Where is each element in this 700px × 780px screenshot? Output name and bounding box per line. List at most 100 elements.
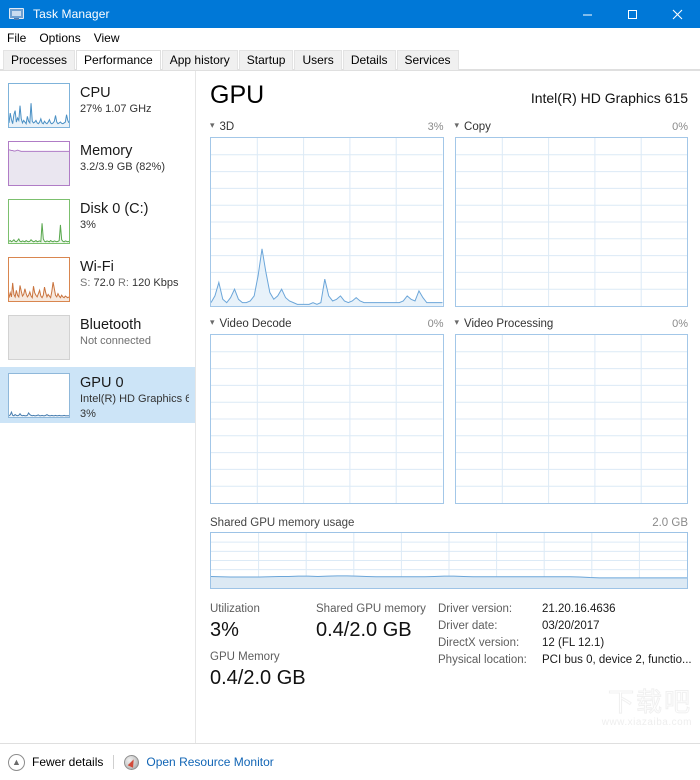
menu-item-options[interactable]: Options — [39, 28, 87, 49]
shared-memory-label: Shared GPU memory usage — [210, 517, 355, 529]
open-resource-monitor-link[interactable]: Open Resource Monitor — [124, 754, 274, 770]
menu-item-file[interactable]: File — [7, 28, 33, 49]
stat-value: 0.4/2.0 GB — [210, 667, 306, 689]
disk-thumbnail-graph — [8, 199, 70, 244]
detail-row: DirectX version: 12 (FL 12.1) — [438, 635, 692, 652]
page-title: GPU — [210, 81, 265, 109]
engine-video-processing-value: 0% — [672, 317, 688, 330]
wifi-recv-label: R: — [117, 277, 129, 289]
sidebar-item-sub: S: 72.0 R: 120 Kbps — [80, 276, 179, 291]
detail-row: Physical location: PCI bus 0, device 2, … — [438, 652, 692, 669]
sidebar-item-label: Disk 0 (C:) — [80, 201, 149, 217]
cpu-thumbnail-graph — [8, 83, 70, 128]
sidebar-item-cpu[interactable]: CPU 27% 1.07 GHz — [0, 77, 195, 133]
sidebar-item-label: GPU 0 — [80, 375, 124, 391]
stat-label: GPU Memory — [210, 651, 280, 663]
wifi-send-value: 72.0 — [93, 277, 115, 289]
maximize-button[interactable] — [610, 0, 655, 28]
chevron-up-icon: ▲ — [8, 753, 25, 771]
engine-video-decode-value: 0% — [427, 317, 444, 330]
engine-video-processing-label: Video Processing — [464, 317, 554, 330]
chevron-down-icon[interactable]: ▾ — [455, 318, 460, 327]
tab-services[interactable]: Services — [396, 50, 459, 70]
tab-users[interactable]: Users — [294, 50, 342, 70]
engine-video-decode-header: ▾ Video Decode 0% — [210, 316, 444, 331]
resource-sidebar: CPU 27% 1.07 GHz Memory 3.2/3.9 GB (82%)… — [0, 71, 196, 743]
detail-row: Driver date: 03/20/2017 — [438, 618, 692, 635]
sidebar-item-sub: 27% 1.07 GHz — [80, 103, 152, 115]
minimize-button[interactable] — [565, 0, 610, 28]
menu-item-view[interactable]: View — [94, 28, 127, 49]
sidebar-item-wifi[interactable]: Wi-Fi S: 72.0 R: 120 Kbps — [0, 251, 195, 307]
window-controls — [565, 0, 700, 28]
detail-key: Driver version: — [438, 603, 513, 615]
wifi-send-label: S: — [80, 277, 91, 289]
detail-value: 21.20.16.4636 — [542, 603, 616, 615]
sidebar-item-label: Memory — [80, 143, 133, 159]
engine-video-processing-graph — [454, 334, 688, 504]
status-bar: ▲ Fewer details Open Resource Monitor — [0, 743, 700, 780]
chevron-down-icon[interactable]: ▾ — [455, 121, 460, 130]
tab-details[interactable]: Details — [342, 50, 396, 70]
tab-strip: Processes Performance App history Startu… — [0, 49, 700, 70]
stat-label: Shared GPU memory — [316, 603, 426, 615]
sidebar-item-sub: Intel(R) HD Graphics 615 — [80, 393, 189, 405]
sidebar-item-label: CPU — [80, 85, 111, 101]
fewer-details-label: Fewer details — [32, 755, 104, 769]
engine-video-processing: ▾ Video Processing 0% — [454, 316, 689, 504]
sidebar-item-sub: 3.2/3.9 GB (82%) — [80, 161, 165, 173]
task-manager-icon — [9, 6, 25, 22]
engine-graph-row-1: ▾ 3D 3% ▾ Copy 0% — [210, 119, 688, 307]
stat-value: 0.4/2.0 GB — [316, 619, 412, 641]
close-button[interactable] — [655, 0, 700, 28]
stat-label: Utilization — [210, 603, 260, 615]
wifi-recv-value: 120 Kbps — [132, 277, 179, 289]
chevron-down-icon[interactable]: ▾ — [210, 318, 215, 327]
stat-shared-gpu-memory: Shared GPU memory 0.4/2.0 GB — [316, 601, 434, 697]
shared-memory-max: 2.0 GB — [652, 517, 688, 529]
engine-copy-graph — [454, 137, 688, 307]
engine-video-decode-label: Video Decode — [219, 317, 292, 330]
detail-value: 12 (FL 12.1) — [542, 637, 605, 649]
gpu-thumbnail-graph — [8, 373, 70, 418]
device-name: Intel(R) HD Graphics 615 — [530, 90, 688, 106]
shared-memory-graph — [210, 532, 688, 589]
sidebar-item-sub: 3% — [80, 219, 96, 231]
stat-value: 3% — [210, 619, 239, 641]
sidebar-item-label: Bluetooth — [80, 317, 142, 333]
engine-3d: ▾ 3D 3% — [210, 119, 444, 307]
tab-startup[interactable]: Startup — [238, 50, 294, 70]
tab-app-history[interactable]: App history — [161, 50, 238, 70]
engine-video-processing-header: ▾ Video Processing 0% — [455, 316, 689, 331]
gpu-detail-panel: GPU Intel(R) HD Graphics 615 ▾ 3D 3% ▾ C… — [196, 71, 700, 743]
engine-3d-graph — [210, 137, 444, 307]
engine-video-decode: ▾ Video Decode 0% — [210, 316, 444, 504]
memory-thumbnail-graph — [8, 141, 70, 186]
wifi-thumbnail-graph — [8, 257, 70, 302]
engine-copy-header: ▾ Copy 0% — [455, 119, 689, 134]
detail-row: Driver version: 21.20.16.4636 — [438, 601, 692, 618]
sidebar-item-gpu[interactable]: GPU 0 Intel(R) HD Graphics 615 3% — [0, 367, 195, 423]
content-area: CPU 27% 1.07 GHz Memory 3.2/3.9 GB (82%)… — [0, 70, 700, 743]
sidebar-item-sub2: 3% — [80, 408, 96, 420]
engine-3d-header: ▾ 3D 3% — [210, 119, 444, 134]
engine-video-decode-graph — [210, 334, 444, 504]
device-details: Driver version: 21.20.16.4636 Driver dat… — [434, 601, 692, 697]
menu-bar: File Options View — [0, 28, 700, 49]
bluetooth-thumbnail-graph — [8, 315, 70, 360]
detail-key: Driver date: — [438, 620, 498, 632]
sidebar-item-memory[interactable]: Memory 3.2/3.9 GB (82%) — [0, 135, 195, 191]
chevron-down-icon[interactable]: ▾ — [210, 121, 215, 130]
footer-divider — [113, 755, 115, 769]
tab-performance[interactable]: Performance — [76, 50, 161, 70]
detail-value: 03/20/2017 — [542, 620, 600, 632]
sidebar-item-bluetooth[interactable]: Bluetooth Not connected — [0, 309, 195, 365]
sidebar-item-label: Wi-Fi — [80, 259, 114, 275]
tab-processes[interactable]: Processes — [3, 50, 76, 70]
engine-copy-label: Copy — [464, 120, 491, 133]
watermark-url: www.xiazaiba.com — [601, 717, 692, 728]
fewer-details-button[interactable]: ▲ Fewer details — [8, 753, 104, 771]
sidebar-item-disk[interactable]: Disk 0 (C:) 3% — [0, 193, 195, 249]
window-title: Task Manager — [33, 7, 110, 21]
engine-3d-label: 3D — [219, 120, 235, 133]
